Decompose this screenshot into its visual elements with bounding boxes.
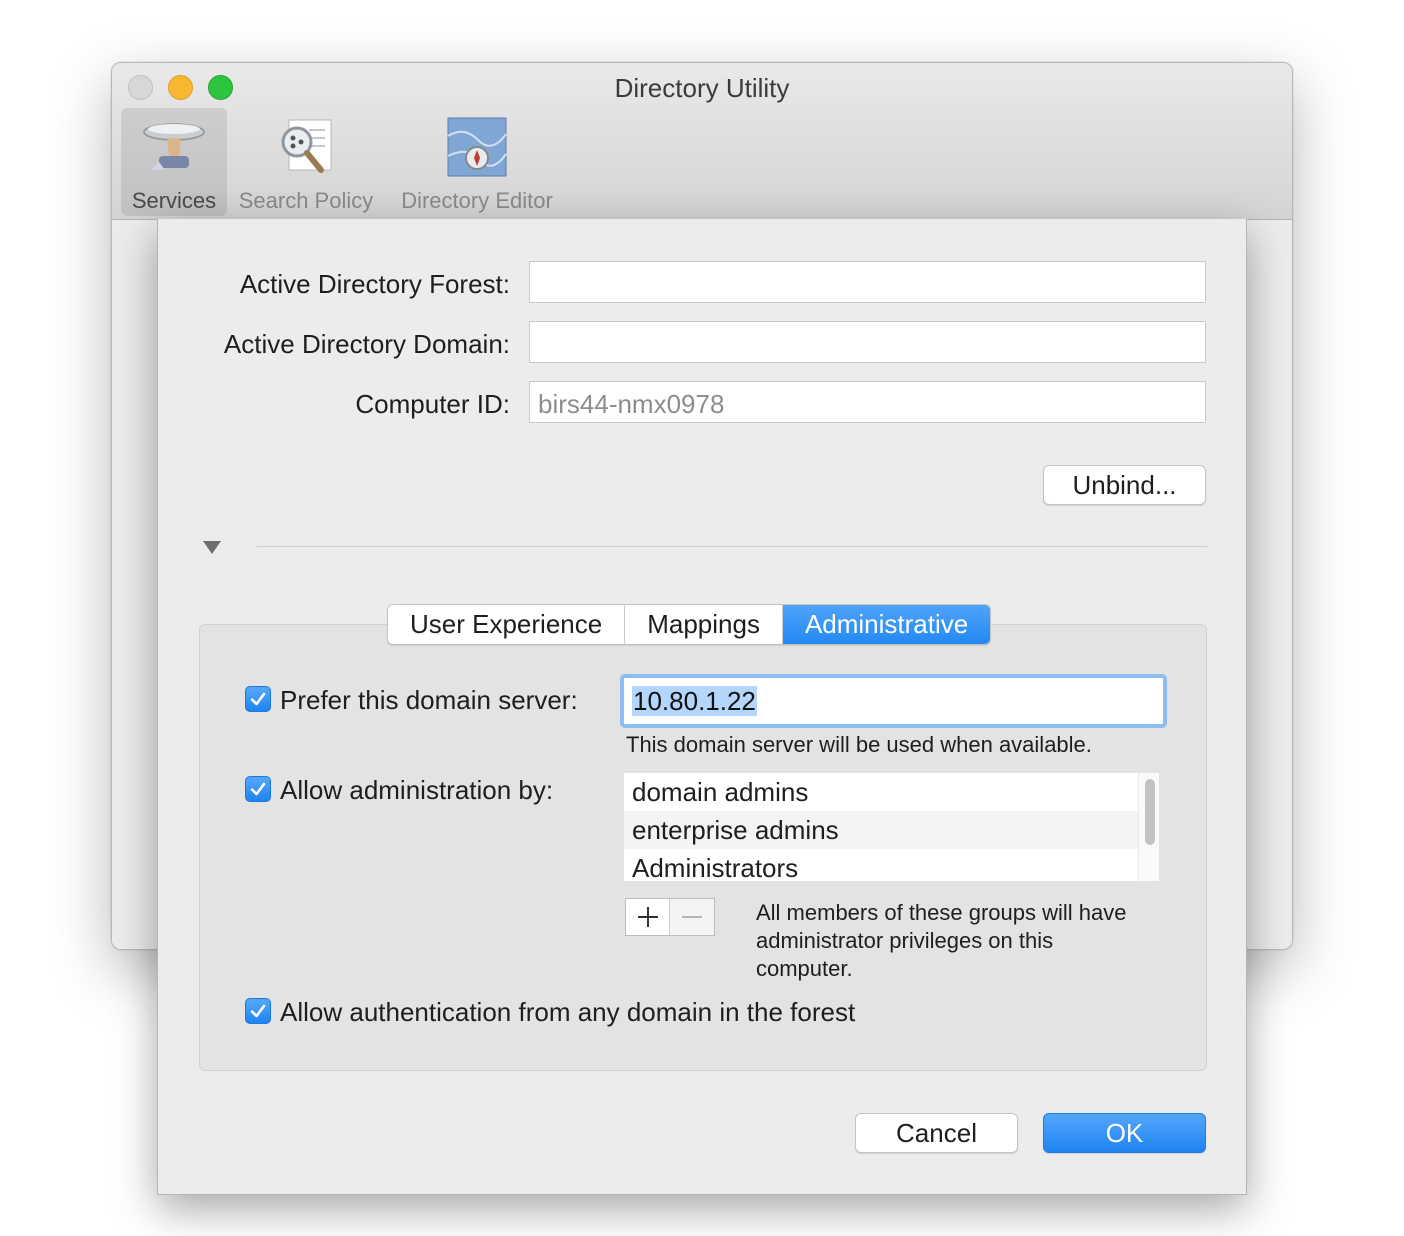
directory-editor-icon <box>447 117 507 177</box>
list-item[interactable]: domain admins <box>624 773 1138 811</box>
cancel-button[interactable]: Cancel <box>855 1113 1018 1153</box>
server-hint: This domain server will be used when ava… <box>626 732 1092 757</box>
tab-bar: User Experience Mappings Administrative <box>387 604 992 645</box>
list-scrollbar[interactable] <box>1138 773 1159 881</box>
ok-button[interactable]: OK <box>1043 1113 1206 1153</box>
checkmark-icon <box>250 692 266 706</box>
domain-label: Active Directory Domain: <box>223 329 510 359</box>
computer-id-label: Computer ID: <box>355 389 510 419</box>
services-icon <box>143 123 205 170</box>
toolbar-search-policy[interactable]: Search Policy <box>234 108 378 216</box>
allow-auth-checkbox[interactable] <box>245 998 271 1024</box>
toolbar-directory-editor[interactable]: Directory Editor <box>392 108 562 216</box>
toolbar-services[interactable]: Services <box>121 108 227 216</box>
unbind-button[interactable]: Unbind... <box>1043 465 1206 505</box>
add-group-button[interactable] <box>626 899 670 935</box>
search-policy-icon <box>281 119 332 173</box>
toolbar-services-label: Services <box>131 188 217 213</box>
prefer-server-label: Prefer this domain server: <box>280 685 578 715</box>
forest-label: Active Directory Forest: <box>239 269 510 299</box>
active-directory-sheet: Active Directory Forest: Active Director… <box>157 219 1247 1195</box>
toolbar-search-policy-label: Search Policy <box>238 188 374 213</box>
toolbar-directory-editor-label: Directory Editor <box>401 188 553 213</box>
allow-admin-label: Allow administration by: <box>280 775 554 805</box>
plus-icon <box>638 907 658 927</box>
forest-field[interactable] <box>529 261 1206 303</box>
allow-auth-label: Allow authentication from any domain in … <box>280 997 856 1027</box>
checkmark-icon <box>250 782 266 796</box>
tab-mappings[interactable]: Mappings <box>625 605 783 644</box>
domain-field[interactable] <box>529 321 1206 363</box>
add-remove-buttons <box>625 898 715 936</box>
separator <box>257 546 1207 547</box>
domain-server-value: 10.80.1.22 <box>632 686 757 716</box>
disclosure-triangle-icon[interactable] <box>203 541 221 554</box>
list-item[interactable]: Administrators <box>624 849 1138 881</box>
tab-user-experience[interactable]: User Experience <box>388 605 626 644</box>
domain-server-field[interactable]: 10.80.1.22 <box>620 674 1167 728</box>
allow-admin-checkbox[interactable] <box>245 776 271 802</box>
scrollbar-thumb[interactable] <box>1145 779 1155 845</box>
tab-administrative[interactable]: Administrative <box>782 605 991 644</box>
list-item[interactable]: enterprise admins <box>624 811 1138 849</box>
prefer-server-checkbox[interactable] <box>245 686 271 712</box>
window-title: Directory Utility <box>614 73 790 103</box>
admin-groups-list[interactable]: domain admins enterprise admins Administ… <box>624 773 1159 881</box>
admin-hint-line-1: All members of these groups will have <box>756 900 1127 925</box>
minus-icon <box>682 916 702 918</box>
admin-hint-line-2: administrator privileges on this <box>756 928 1054 953</box>
remove-group-button[interactable] <box>670 899 714 935</box>
title-bar: Directory Utility Services Search Policy… <box>112 63 1292 220</box>
computer-id-field[interactable]: birs44-nmx0978 <box>529 381 1206 423</box>
checkmark-icon <box>250 1004 266 1018</box>
admin-hint-line-3: computer. <box>756 956 853 981</box>
